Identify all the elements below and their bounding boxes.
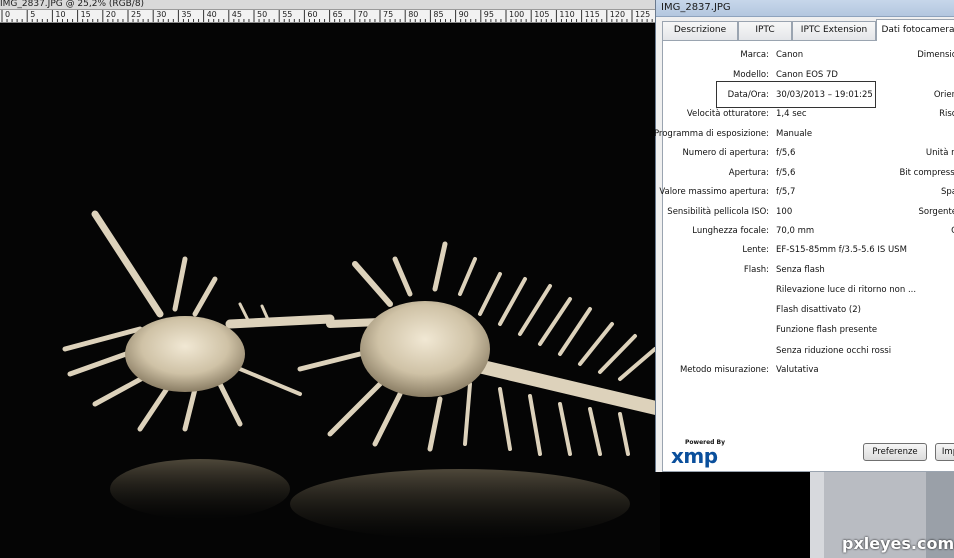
field-label: Apertura: <box>728 168 769 178</box>
ruler-label: 30 <box>156 10 167 19</box>
field-label: Metodo misurazione: <box>679 365 769 375</box>
ruler-label: 20 <box>105 10 116 19</box>
field-label: Sensibilità pellicola ISO: <box>667 207 769 217</box>
ruler-label: 65 <box>332 10 343 19</box>
field-value[interactable]: Canon EOS 7D <box>776 70 838 80</box>
watermark: pxleyes.com <box>842 534 954 553</box>
right-field-label: Unità ri <box>925 148 954 158</box>
field-value[interactable]: f/5,7 <box>776 187 795 197</box>
field-value[interactable]: Flash disattivato (2) <box>776 305 861 315</box>
tab-iptc[interactable]: IPTC <box>738 21 792 40</box>
tab-bar: Descrizione IPTC IPTC Extension Dati fot… <box>662 19 954 41</box>
ruler-label: 75 <box>383 10 394 19</box>
field-value[interactable]: 30/03/2013 – 19:01:25 <box>776 90 873 100</box>
field-value[interactable]: Canon <box>776 50 803 60</box>
field-label: Data/Ora: <box>727 90 769 100</box>
field-label: Valore massimo apertura: <box>659 187 769 197</box>
ruler-label: 60 <box>307 10 318 19</box>
field-value[interactable]: 1,4 sec <box>776 109 807 119</box>
ruler-label: 70 <box>357 10 368 19</box>
ruler-label: 120 <box>609 10 626 19</box>
field-label: Flash: <box>743 265 769 275</box>
left-shell-reflection <box>110 459 290 519</box>
field-value[interactable]: Manuale <box>776 129 812 139</box>
field-label: Lunghezza focale: <box>692 226 769 236</box>
ruler-label: 100 <box>509 10 525 19</box>
left-shell-body <box>125 316 245 392</box>
ruler-label: 45 <box>231 10 242 19</box>
ruler-label: 125 <box>635 10 651 19</box>
ruler-label: 85 <box>433 10 444 19</box>
field-value[interactable]: Senza riduzione occhi rossi <box>776 346 891 356</box>
xmp-logo[interactable]: Powered By xmp <box>671 439 741 469</box>
ruler-label: 55 <box>282 10 293 19</box>
field-value[interactable]: Funzione flash presente <box>776 325 877 335</box>
ruler-label: 35 <box>181 10 192 19</box>
ruler-label: 10 <box>55 10 66 19</box>
field-value[interactable]: Valutativa <box>776 365 819 375</box>
right-field-label: Bit compressi <box>899 168 954 178</box>
import-button[interactable]: Imp <box>935 443 954 461</box>
document-tab-title[interactable]: IMG_2837.JPG @ 25,2% (RGB/8) <box>0 0 660 10</box>
ruler-label: 90 <box>458 10 469 19</box>
tab-dati-fotocamera[interactable]: Dati fotocamera <box>876 19 954 41</box>
ruler-label: 115 <box>584 10 600 19</box>
ruler-label: 110 <box>559 10 575 19</box>
ruler-label: 105 <box>534 10 550 19</box>
right-shell-body <box>360 301 490 397</box>
horizontal-ruler[interactable]: 0 5 10 15 20 25 30 35 40 45 50 55 60 65 70 75 80 85 90 95 10… <box>0 10 660 23</box>
dialog-title[interactable]: IMG_2837.JPG <box>656 0 954 17</box>
xmp-wordmark: xmp <box>671 444 718 468</box>
field-label: Lente: <box>742 245 769 255</box>
ruler-label: 80 <box>408 10 419 19</box>
ruler-label: 15 <box>80 10 91 19</box>
seashell-photo <box>62 210 660 539</box>
camera-data-panel: Marca: Canon Modello: Canon EOS 7D Data/Ora:… <box>654 40 954 472</box>
field-label: Programma di esposizione: <box>653 129 769 139</box>
ruler-label: 0 <box>5 10 11 19</box>
ruler-label: 25 <box>131 10 142 19</box>
right-shell-reflection <box>290 469 630 539</box>
ruler-label: 50 <box>257 10 268 19</box>
field-value[interactable]: Senza flash <box>776 265 825 275</box>
field-label: Marca: <box>740 50 769 60</box>
ruler-label: 40 <box>206 10 217 19</box>
image-canvas[interactable] <box>0 24 660 558</box>
right-field-label: Riso <box>939 109 954 119</box>
right-field-label: Spa <box>941 187 954 197</box>
tab-descrizione[interactable]: Descrizione <box>662 21 738 40</box>
right-field-label: Sorgente <box>918 207 954 217</box>
field-value[interactable]: Rilevazione luce di ritorno non ... <box>776 285 916 295</box>
preferences-button[interactable]: Preferenze <box>863 443 927 461</box>
field-value[interactable]: 100 <box>776 207 792 217</box>
field-label: Modello: <box>733 70 769 80</box>
panel-strip <box>810 472 824 558</box>
ruler-label: 5 <box>30 10 36 19</box>
ruler-label: 95 <box>483 10 494 19</box>
right-field-label: Dimensio <box>917 50 954 60</box>
field-label: Numero di apertura: <box>682 148 769 158</box>
field-value[interactable]: f/5,6 <box>776 168 795 178</box>
right-field-label: Orien <box>933 90 954 100</box>
tab-iptc-extension[interactable]: IPTC Extension <box>792 21 876 40</box>
file-info-dialog: IMG_2837.JPG Descrizione IPTC IPTC Exten… <box>654 0 954 472</box>
field-value[interactable]: 70,0 mm <box>776 226 814 236</box>
field-value[interactable]: EF-S15-85mm f/3.5-5.6 IS USM <box>776 245 907 255</box>
field-label: Velocità otturatore: <box>686 109 769 119</box>
field-value[interactable]: f/5,6 <box>776 148 795 158</box>
